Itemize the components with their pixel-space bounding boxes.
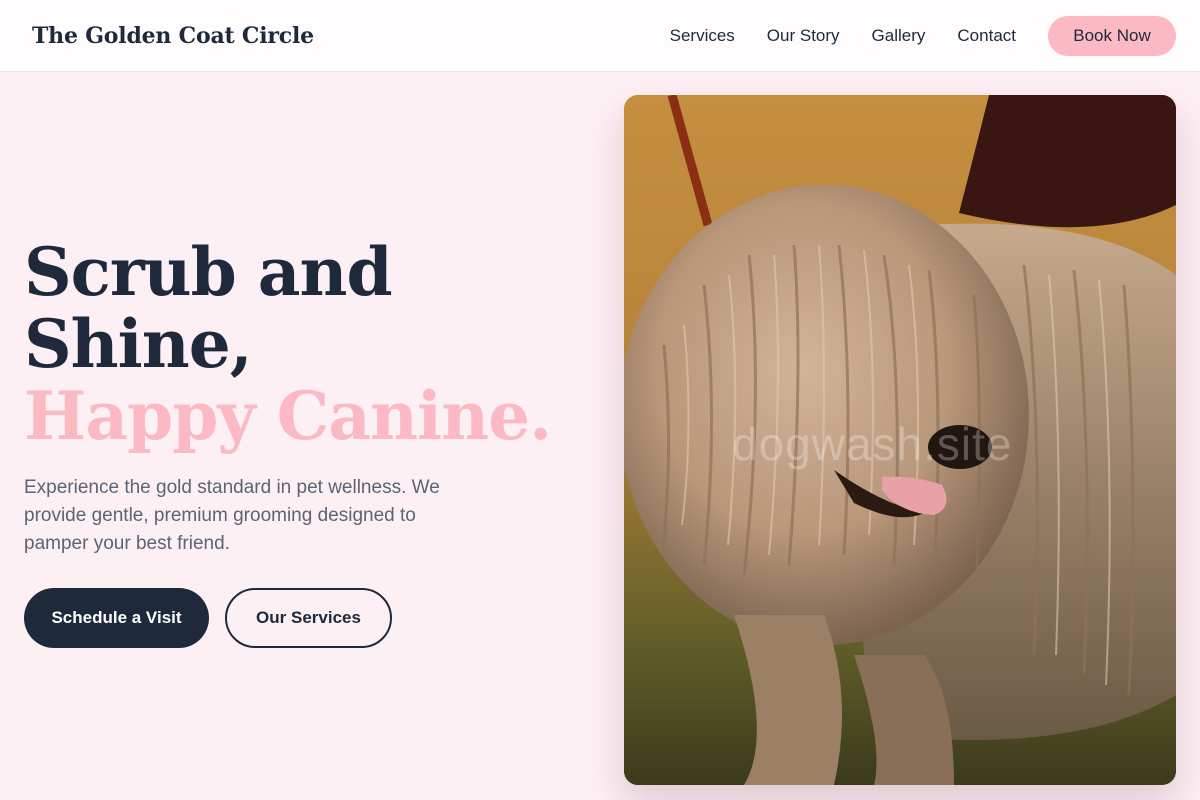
hero-title-accent: Happy Canine. bbox=[24, 377, 552, 455]
hero-title-line-2: Shine, bbox=[24, 305, 253, 383]
hero-description: Experience the gold standard in pet well… bbox=[24, 477, 440, 554]
hero-title-line-1: Scrub and bbox=[24, 233, 393, 311]
book-now-button[interactable]: Book Now bbox=[1048, 15, 1176, 56]
hero-dog-image: dogwash.site bbox=[624, 95, 1176, 785]
main-nav: Services Our Story Gallery Contact Book … bbox=[638, 15, 1176, 56]
hero-title: Scrub and Shine, Happy Canine. bbox=[24, 233, 552, 455]
our-services-button[interactable]: Our Services bbox=[225, 588, 392, 648]
nav-link-services[interactable]: Services bbox=[670, 26, 735, 46]
hero-actions: Schedule a Visit Our Services bbox=[24, 588, 392, 648]
brand-logo[interactable]: The Golden Coat Circle bbox=[32, 23, 314, 49]
watermark-text: dogwash.site bbox=[732, 418, 1013, 470]
nav-link-gallery[interactable]: Gallery bbox=[872, 26, 926, 46]
schedule-visit-button[interactable]: Schedule a Visit bbox=[24, 588, 209, 648]
site-header: The Golden Coat Circle Services Our Stor… bbox=[0, 0, 1200, 72]
nav-link-contact[interactable]: Contact bbox=[957, 26, 1016, 46]
nav-link-our-story[interactable]: Our Story bbox=[767, 26, 840, 46]
